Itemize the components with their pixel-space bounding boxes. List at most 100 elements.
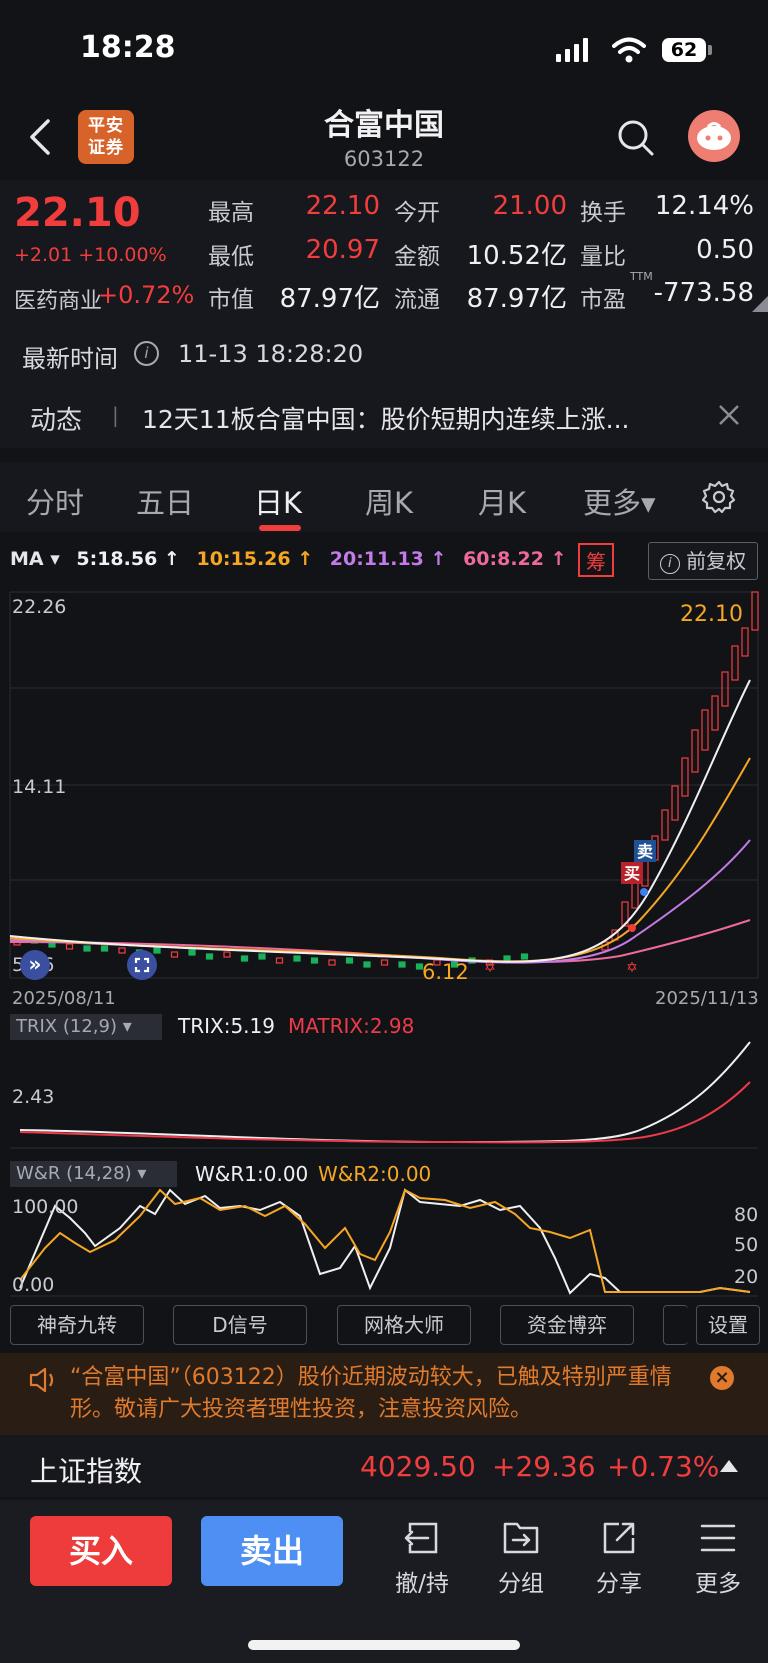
pe-value: -773.58 [653, 278, 754, 308]
candle [275, 957, 284, 964]
info-icon[interactable]: i [134, 341, 159, 366]
index-expand-up-icon[interactable] [720, 1460, 738, 1472]
tool-fund-game-button[interactable]: 资金博弈 [500, 1305, 634, 1345]
chip-distribution-button[interactable]: 筹 [578, 543, 614, 577]
forward-adjust-button[interactable]: i 前复权 [648, 542, 758, 580]
sector-label[interactable]: 医药商业 [14, 283, 102, 315]
candle [380, 959, 389, 966]
wr-y-top: 100.00 [12, 1196, 79, 1218]
news-headline[interactable]: 12天11板合富中国：股价短期内连续上涨... [142, 400, 702, 436]
candle [328, 959, 336, 966]
ma-legend: MA ▾ 5:18.56 ↑ 10:15.26 ↑ 20:11.13 ↑ 60:… [10, 548, 577, 570]
close-news-icon[interactable] [718, 404, 740, 426]
kchart-low-label: 6.12 [422, 960, 469, 984]
trix-chart[interactable] [0, 1040, 768, 1150]
trix-value: TRIX:5.19 [178, 1014, 275, 1038]
candle [65, 943, 74, 950]
candle [751, 591, 759, 631]
chart-settings-gear-icon[interactable] [702, 480, 736, 514]
expand-chevron-icon[interactable] [752, 296, 768, 312]
candle [118, 947, 126, 954]
candle [223, 951, 231, 958]
wr-dropdown[interactable]: W&R (14,28) ▾ [10, 1161, 177, 1187]
ma5-value: 5:18.56 ↑ [76, 548, 180, 570]
tab-five-day[interactable]: 五日 [136, 480, 194, 522]
index-value: 4029.50 [360, 1450, 476, 1483]
ma-dropdown[interactable]: MA ▾ [10, 548, 60, 570]
amount-value: 10.52亿 [466, 241, 567, 271]
candlestick-chart[interactable]: 卖 买 ✡ ✡ [0, 590, 768, 990]
high-label: 最高 [208, 200, 254, 226]
high-value: 22.10 [305, 191, 380, 221]
candle [741, 627, 749, 657]
tool-grid-master-button[interactable]: 网格大师 [337, 1305, 471, 1345]
candle [205, 953, 214, 960]
index-name: 上证指数 [30, 1455, 143, 1488]
kchart-last-price: 22.10 [680, 602, 743, 627]
scroll-left-button[interactable]: » [20, 950, 50, 980]
close-warning-icon[interactable]: × [710, 1366, 734, 1390]
candle [631, 879, 639, 909]
wr-ref-20: 20 [734, 1266, 759, 1288]
amount-label: 金额 [394, 244, 440, 270]
more-button[interactable]: 更多 [678, 1518, 758, 1598]
speaker-icon [29, 1367, 54, 1393]
signal-dot-icon [640, 888, 648, 896]
wr-ref-50: 50 [734, 1234, 759, 1256]
wr-chart[interactable] [0, 1188, 768, 1298]
kchart-date-end: 2025/11/13 [655, 988, 759, 1009]
trix-y-label: 2.43 [12, 1086, 55, 1108]
tab-more[interactable]: 更多▾ [583, 480, 656, 522]
tab-weekly-k[interactable]: 周K [365, 480, 413, 522]
tab-daily-k[interactable]: 日K [254, 480, 302, 522]
tab-monthly-k[interactable]: 月K [478, 480, 526, 522]
search-icon[interactable] [616, 118, 656, 158]
battery-icon: 62 [662, 38, 706, 62]
candle [711, 695, 719, 731]
more-menu-icon [700, 1524, 736, 1552]
active-tab-indicator [259, 525, 301, 531]
vol-ratio-value: 0.50 [696, 235, 754, 265]
svg-text:买: 买 [624, 864, 640, 883]
cancel-hold-button[interactable]: 撤/持 [382, 1518, 462, 1598]
assistant-avatar-icon[interactable] [688, 110, 740, 162]
fullscreen-button[interactable] [127, 950, 157, 980]
group-button[interactable]: 分组 [481, 1518, 561, 1598]
price-change: +2.01 +10.00% [14, 244, 167, 266]
candle [345, 957, 354, 964]
trix-dropdown[interactable]: TRIX (12,9) ▾ [10, 1014, 162, 1040]
cancel-hold-label: 撤/持 [395, 1571, 449, 1597]
candle [100, 945, 109, 952]
tool-settings-button[interactable]: 设置 [696, 1305, 760, 1345]
sell-marker[interactable]: 卖 [634, 840, 656, 862]
ma20-value: 20:11.13 ↑ [329, 548, 447, 570]
candle [398, 961, 406, 968]
battery-tip [708, 45, 712, 55]
sector-change[interactable]: +0.72% [98, 281, 194, 309]
buy-button[interactable]: 买入 [30, 1516, 172, 1586]
tool-d-signal-button[interactable]: D信号 [173, 1305, 307, 1345]
candle [671, 785, 679, 821]
open-value: 21.00 [492, 191, 567, 221]
share-button[interactable]: 分享 [579, 1518, 659, 1598]
candle [520, 953, 529, 960]
current-price: 22.10 [14, 190, 141, 236]
candle [240, 955, 249, 962]
status-time: 18:28 [80, 30, 176, 65]
tool-partial-button[interactable] [663, 1305, 688, 1345]
kchart-y-mid: 14.11 [12, 776, 67, 798]
update-time-label: 最新时间 [22, 345, 118, 373]
sell-button[interactable]: 卖出 [201, 1516, 343, 1586]
buy-marker[interactable]: 买 [621, 862, 643, 884]
wr2-line [19, 1188, 751, 1293]
kchart-date-start: 2025/08/11 [12, 988, 116, 1009]
candle [681, 757, 689, 797]
open-label: 今开 [394, 200, 440, 226]
candle [170, 951, 179, 958]
tool-nine-turn-button[interactable]: 神奇九转 [10, 1305, 144, 1345]
update-time-value: 11-13 18:28:20 [178, 340, 364, 368]
tab-intraday[interactable]: 分时 [26, 480, 84, 522]
signal-dot-icon [628, 924, 636, 932]
wifi-icon [612, 37, 646, 63]
share-label: 分享 [596, 1571, 642, 1597]
